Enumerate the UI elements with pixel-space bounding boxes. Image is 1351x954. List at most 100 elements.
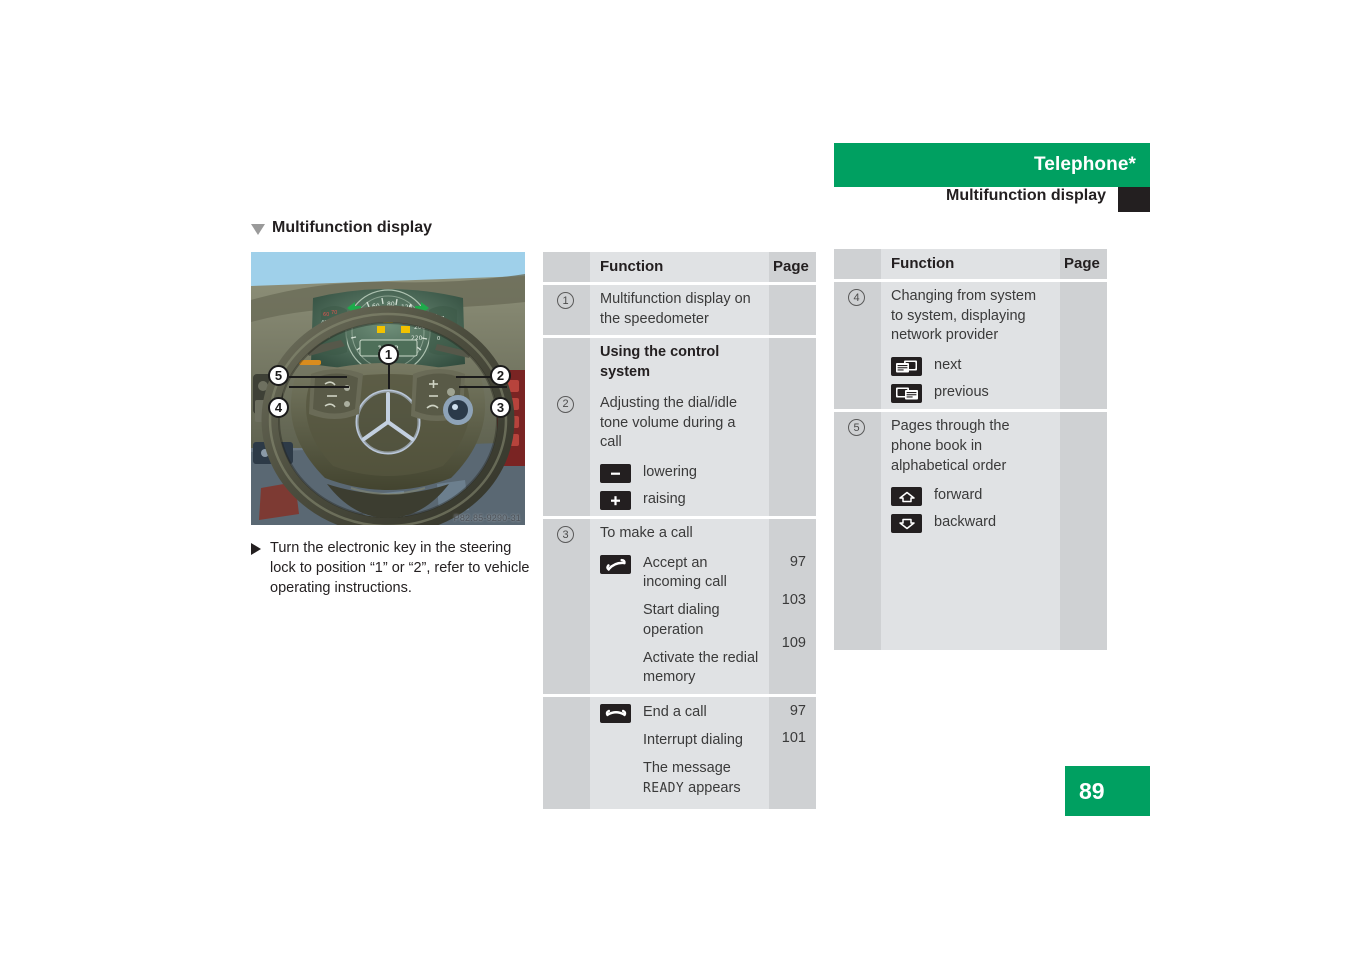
row-page-cell (769, 338, 816, 389)
function-text: Multifunction display on the speedometer (600, 291, 751, 327)
chapter-header-bar: Telephone* (834, 143, 1150, 187)
display-message-suffix: appears (688, 779, 741, 796)
table-header-gutter (543, 252, 590, 282)
table-subhead-row: Using the control system (543, 338, 816, 389)
callout-number-badge: 2 (557, 395, 574, 413)
table-row: End a call Interrupt dialing The message… (543, 697, 816, 810)
function-subitem-label: Start dialing operation (643, 602, 720, 638)
arrow-down-glyph (898, 518, 915, 530)
row-number-cell (543, 338, 590, 389)
function-text: Pages through the phone book in alphabet… (891, 418, 1010, 474)
callout-4: 4 (268, 397, 289, 418)
function-subitem: lowering (600, 462, 759, 484)
leader-line-5 (289, 376, 347, 378)
table-header-function: Function (590, 252, 769, 282)
instruction-note-text: Turn the electronic key in the steering … (270, 540, 530, 596)
callout-2-label: 2 (496, 368, 505, 383)
row-number-cell: 4 (834, 282, 881, 410)
function-text: Changing from system to system, displayi… (891, 288, 1037, 344)
function-subitem-label: End a call (643, 704, 707, 721)
handset-onhook-glyph (605, 709, 626, 717)
row-function-cell: Pages through the phone book in alphabet… (881, 412, 1060, 651)
page-ref: 97 (789, 703, 806, 720)
callout-5-label: 5 (274, 368, 283, 383)
function-subitem: previous (891, 382, 1050, 404)
previous-window-glyph (895, 387, 918, 400)
page-ref: 101 (781, 730, 806, 747)
row-page-cell: 97 103 109 (769, 519, 816, 695)
function-subitem-label: lowering (643, 464, 697, 481)
end-call-icon (600, 704, 631, 724)
table-row: 2 Adjusting the dial/idle tone volume du… (543, 388, 816, 517)
svg-text:60: 60 (323, 312, 329, 318)
callout-number-badge: 4 (848, 289, 865, 306)
row-function-cell: Adjusting the dial/idle tone volume duri… (590, 388, 769, 517)
function-subitem: End a call (600, 702, 759, 724)
arrow-down-icon (891, 514, 922, 534)
table-header-row: Function Page (543, 252, 816, 282)
function-subitem: backward (891, 512, 1050, 534)
leader-line-1 (388, 363, 390, 389)
row-function-cell: Multifunction display on the speedometer (590, 285, 769, 336)
callout-3-label: 3 (496, 400, 505, 415)
plus-button-icon (600, 491, 631, 511)
arrow-up-icon (891, 487, 922, 507)
function-subitem-label: forward (934, 487, 983, 504)
row-function-cell: Using the control system (590, 338, 769, 389)
next-window-glyph (895, 360, 917, 373)
row-number-cell: 2 (543, 388, 590, 517)
arrow-up-glyph (898, 491, 915, 503)
callout-3: 3 (490, 397, 511, 418)
callout-1-label: 1 (384, 347, 393, 362)
section-header-bar: Multifunction display (834, 187, 1150, 213)
row-number-cell: 3 (543, 519, 590, 695)
function-subitem-label: The message (643, 759, 731, 776)
function-subitem-label: next (934, 357, 962, 374)
handset-offhook-glyph (605, 558, 626, 571)
function-table-left: Function Page 1 Multifunction display on… (543, 252, 816, 810)
callout-1: 1 (378, 344, 399, 365)
row-number-cell: 5 (834, 412, 881, 651)
function-subitem: raising (600, 489, 759, 511)
minus-glyph (611, 472, 620, 475)
function-text: Adjusting the dial/idle tone volume duri… (600, 394, 738, 451)
minus-button-icon (600, 464, 631, 484)
function-subitem: next (891, 355, 1050, 377)
instruction-note: Turn the electronic key in the steering … (251, 538, 531, 598)
accept-call-icon (600, 554, 631, 574)
triangle-down-icon (251, 223, 265, 235)
triangle-right-icon (251, 543, 261, 555)
figure-caption-code: P82.85-9290-31 (453, 513, 521, 523)
row-page-cell (769, 285, 816, 336)
table-header-page: Page (769, 252, 816, 282)
table-row: 5 Pages through the phone book in alphab… (834, 412, 1107, 651)
callout-4-label: 4 (274, 400, 283, 415)
page-ref: 109 (781, 635, 806, 652)
function-subitem: forward (891, 485, 1050, 507)
table-row: 3 To make a call Accept an incoming call (543, 519, 816, 695)
function-subitem: Accept an incoming call (600, 553, 759, 593)
table-header-function: Function (881, 249, 1060, 279)
callout-number-badge: 1 (557, 292, 574, 309)
section-header-title: Multifunction display (946, 187, 1106, 204)
callout-2: 2 (490, 365, 511, 386)
page-number: 89 (1079, 777, 1105, 804)
function-text: To make a call (600, 525, 693, 542)
callout-number-badge: 5 (848, 419, 865, 437)
function-subitem-label: previous (934, 384, 989, 401)
row-page-cell (1060, 282, 1107, 410)
row-page-cell (769, 388, 816, 517)
table-header-gutter (834, 249, 881, 279)
plus-glyph (611, 496, 620, 506)
table-header-row: Function Page (834, 249, 1107, 279)
function-subitem-label: Accept an incoming call (643, 554, 727, 591)
row-function-cell: To make a call Accept an incoming call S… (590, 519, 769, 695)
table-header-page: Page (1060, 249, 1107, 279)
page-ref: 103 (781, 592, 806, 609)
row-function-cell: Changing from system to system, displayi… (881, 282, 1060, 410)
section-heading-label: Multifunction display (272, 219, 432, 236)
page-number-badge: 89 (1065, 766, 1150, 816)
leader-line-3 (459, 386, 507, 388)
row-number-cell (543, 697, 590, 810)
row-page-cell (1060, 412, 1107, 651)
